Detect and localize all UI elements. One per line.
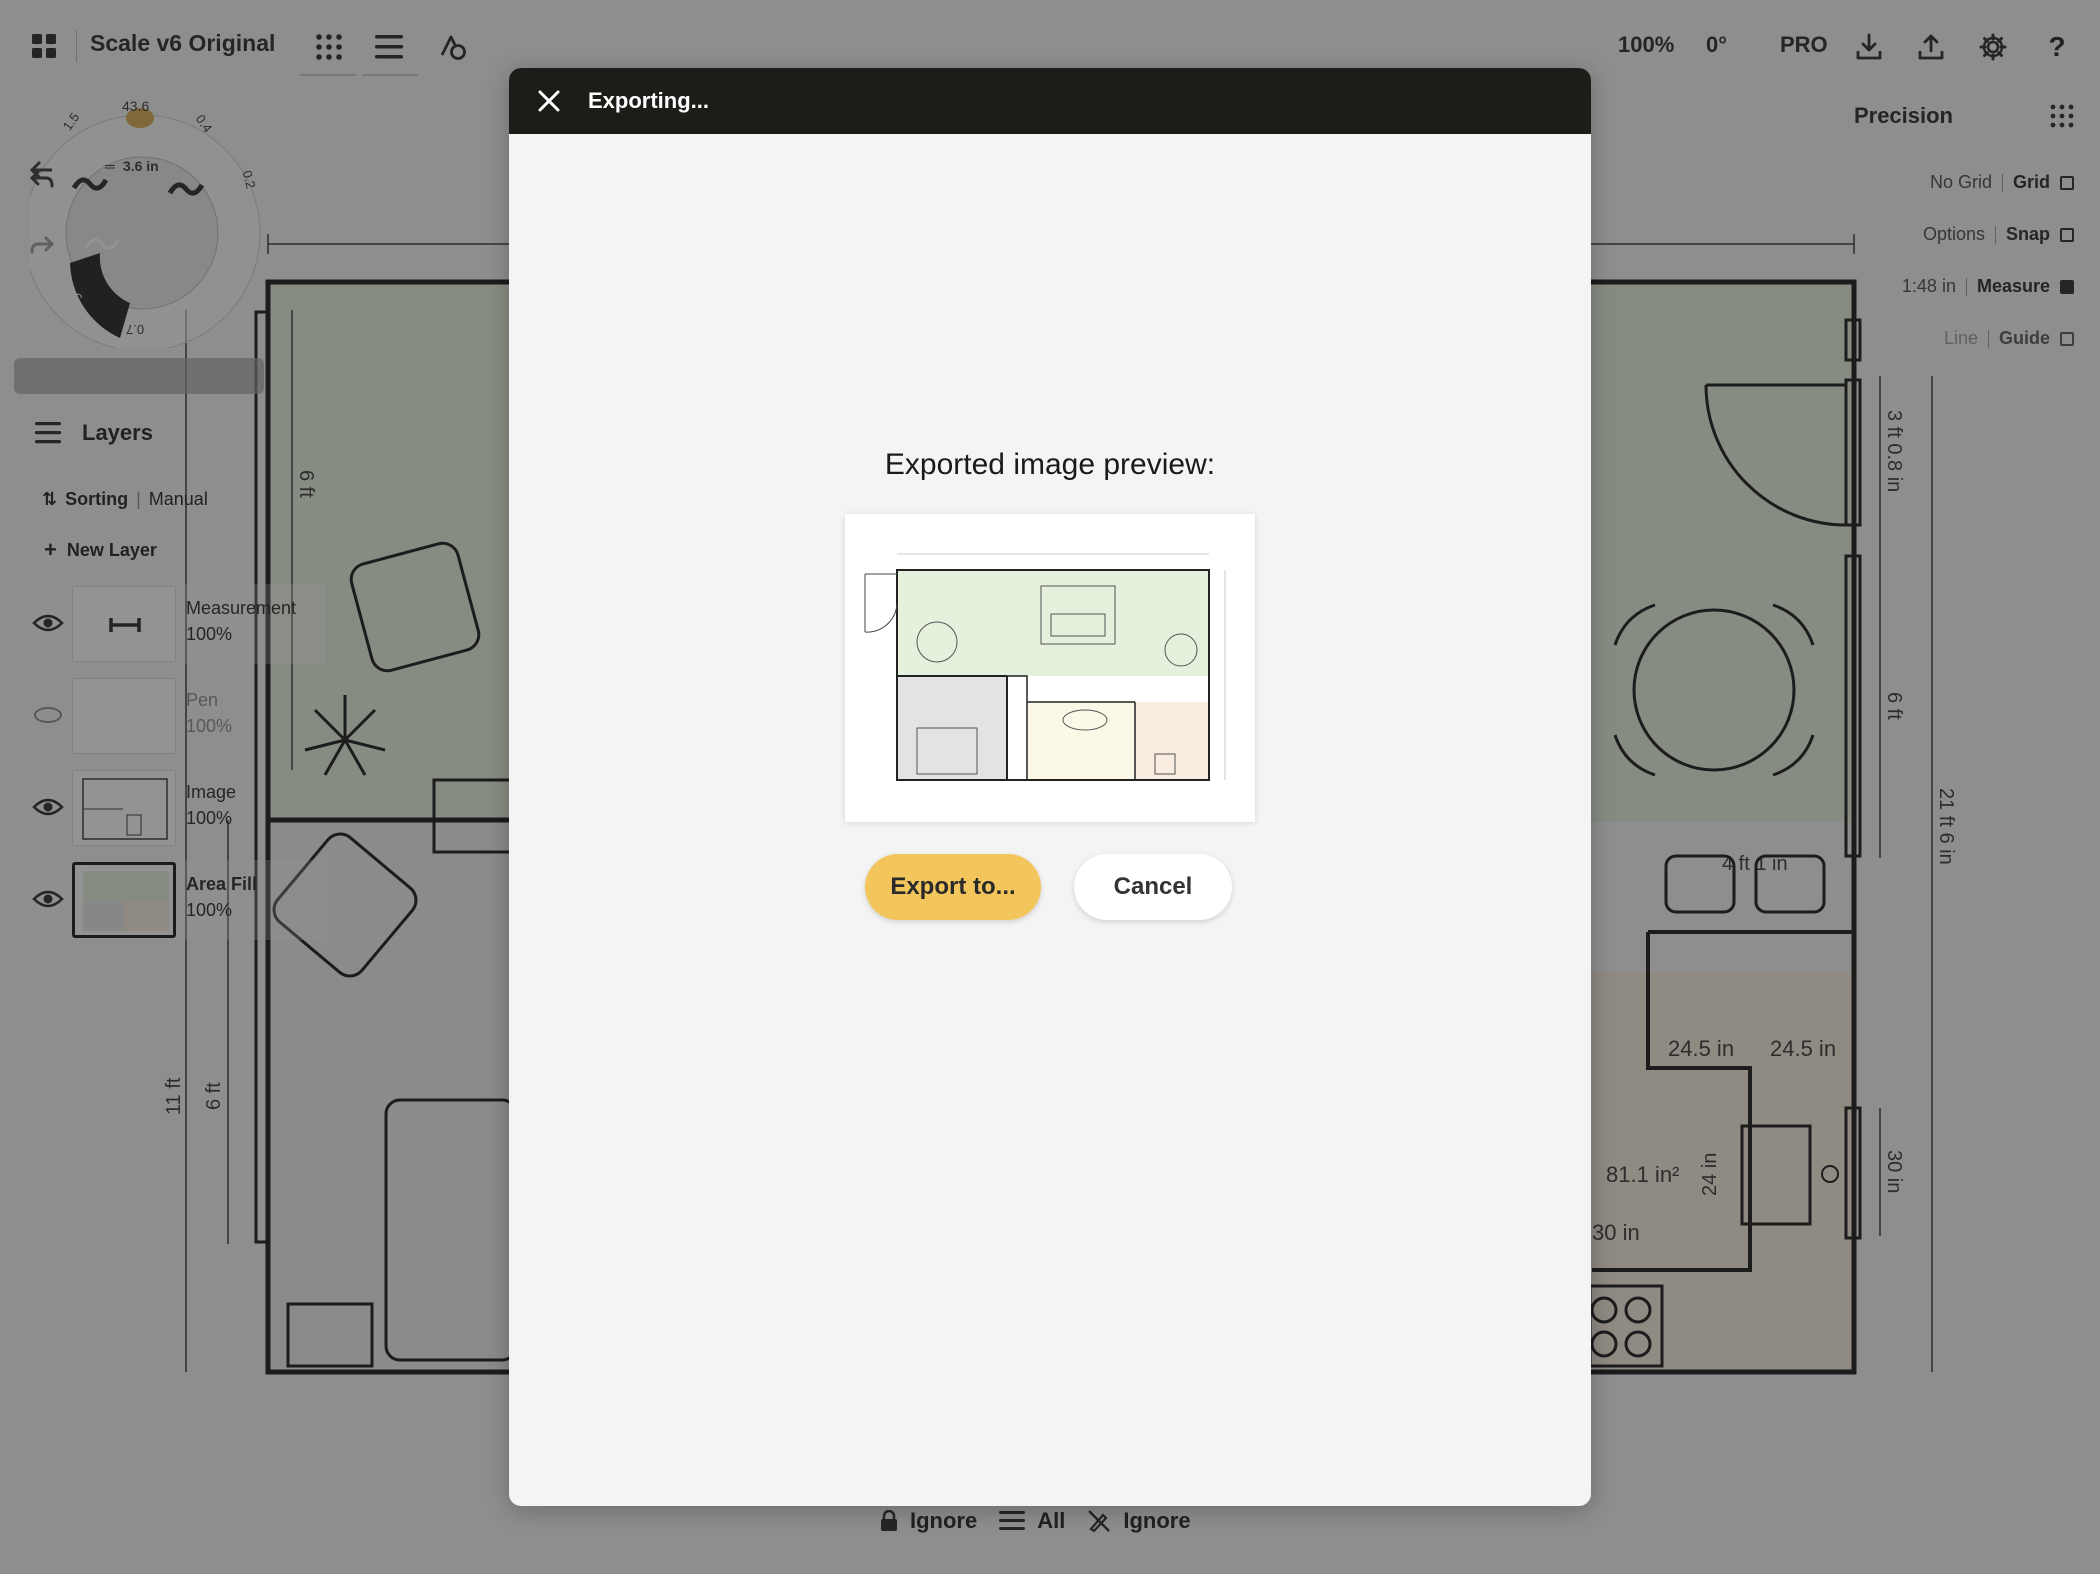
close-icon[interactable] [536, 88, 562, 114]
export-to-button[interactable]: Export to... [865, 854, 1041, 920]
floorplan-preview [864, 553, 1226, 781]
cancel-button[interactable]: Cancel [1074, 854, 1232, 920]
export-preview-image [845, 514, 1255, 822]
export-dialog: Exporting... Exported image preview: Exp… [509, 68, 1591, 1506]
preview-label: Exported image preview: [884, 448, 1216, 481]
dialog-header: Exporting... [509, 68, 1591, 134]
dialog-title: Exporting... [588, 88, 709, 113]
